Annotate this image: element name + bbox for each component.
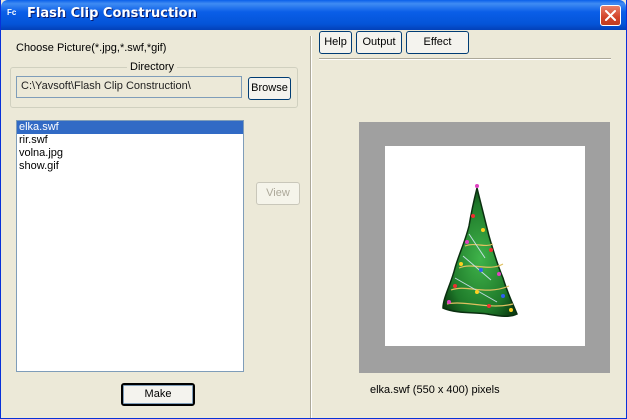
close-icon — [605, 10, 616, 21]
file-list[interactable]: elka.swf rir.swf volna.jpg show.gif — [16, 120, 244, 372]
view-button[interactable]: View — [256, 182, 300, 205]
output-button[interactable]: Output — [356, 31, 402, 54]
effect-button[interactable]: Effect — [406, 31, 469, 54]
choose-picture-label: Choose Picture(*.jpg,*.swf,*gif) — [16, 42, 167, 54]
directory-field[interactable]: C:\Yavsoft\Flash Clip Construction\ — [16, 76, 242, 98]
toolbar-separator — [319, 58, 611, 60]
app-icon-label: Fc — [7, 8, 17, 17]
preview-caption: elka.swf (550 x 400) pixels — [370, 384, 500, 396]
directory-legend: Directory — [127, 61, 178, 73]
christmas-tree-image — [442, 184, 518, 318]
app-icon: Fc — [7, 7, 21, 19]
make-button[interactable]: Make — [121, 383, 195, 406]
browse-button[interactable]: Browse — [248, 77, 291, 100]
list-item[interactable]: elka.swf — [17, 121, 243, 134]
app-window: Fc Flash Clip Construction Choose Pictur… — [0, 0, 627, 419]
list-item[interactable]: volna.jpg — [17, 147, 243, 160]
preview-canvas — [385, 146, 585, 346]
help-button[interactable]: Help — [319, 31, 352, 54]
title-bar[interactable]: Fc Flash Clip Construction — [1, 0, 626, 30]
close-button[interactable] — [600, 5, 621, 26]
panel-divider — [310, 36, 312, 418]
list-item[interactable]: show.gif — [17, 160, 243, 173]
window-title: Flash Clip Construction — [27, 6, 197, 21]
list-item[interactable]: rir.swf — [17, 134, 243, 147]
